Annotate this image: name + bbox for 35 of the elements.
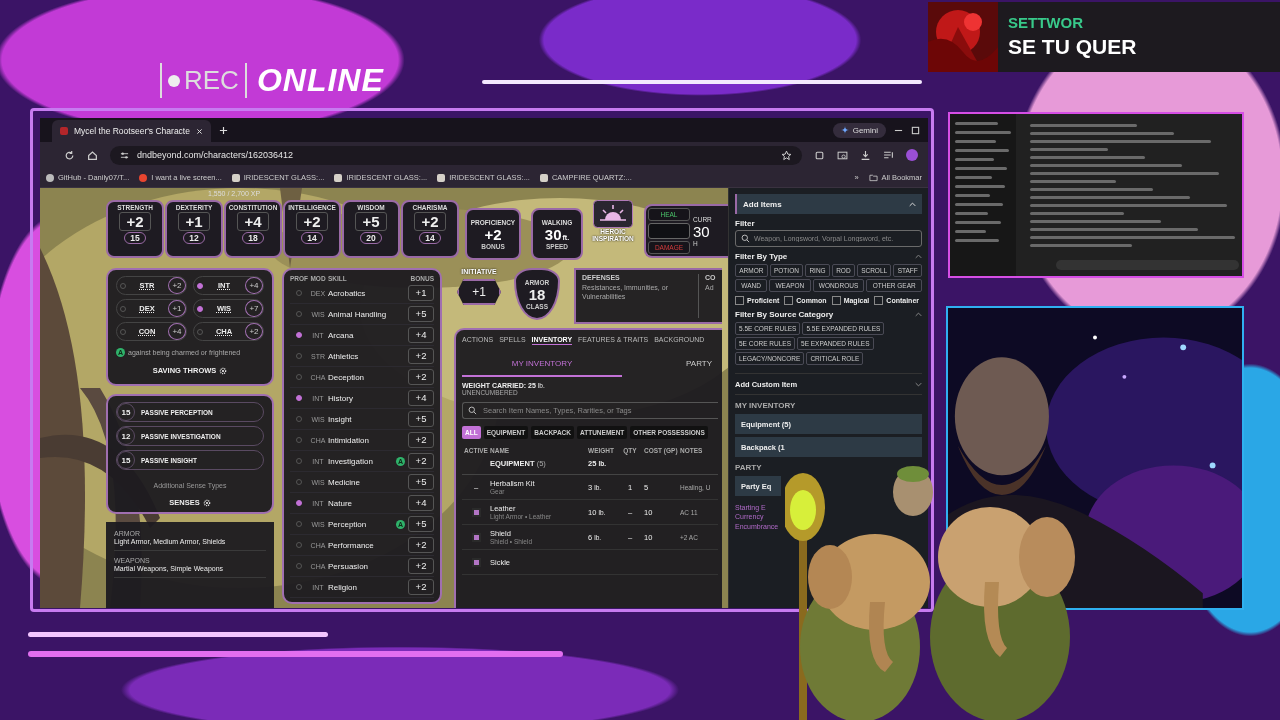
address-bar[interactable]: dndbeyond.com/characters/162036412 [110, 145, 802, 165]
reload-icon[interactable] [64, 149, 75, 161]
folder-icon [868, 173, 878, 182]
hp-input-field[interactable] [648, 223, 690, 239]
maximize-icon[interactable] [911, 125, 920, 135]
rec-indicator: REC [160, 63, 247, 98]
chevron-icon[interactable] [915, 254, 922, 259]
filter-label: Filter [735, 219, 756, 228]
search-icon [741, 234, 750, 243]
settings-icon[interactable] [202, 498, 211, 507]
inventory-subtab[interactable]: MY INVENTORY [462, 359, 622, 377]
section-title: Filter By Source Category [735, 310, 834, 319]
search-icon[interactable] [837, 149, 848, 161]
artist-name: SETTWOR [1008, 14, 1084, 31]
song-title: SE TU QUER [1008, 35, 1137, 59]
status-text: ONLINE [256, 62, 384, 99]
profile-avatar[interactable] [906, 149, 918, 161]
section-heading: PARTY [735, 463, 763, 472]
section-title: Filter By Type [735, 252, 788, 261]
download-icon[interactable] [860, 149, 871, 161]
playlist-icon[interactable] [883, 149, 894, 161]
gemini-button[interactable]: Gemini [832, 122, 886, 138]
search-icon [468, 406, 477, 415]
current-hp-value: 30 [693, 222, 710, 240]
sunrise-icon[interactable] [593, 200, 633, 228]
chevron-icon[interactable] [915, 312, 922, 317]
close-icon[interactable] [195, 127, 203, 135]
browser-tab[interactable]: Mycel the Rootseer's Characte [52, 120, 211, 142]
inventory-subtab[interactable]: PARTY [686, 359, 712, 377]
settings-icon[interactable] [219, 366, 228, 375]
section-heading: MY INVENTORY [735, 401, 797, 410]
home-icon[interactable] [87, 149, 98, 161]
add-items-header[interactable]: Add Items [735, 194, 922, 214]
sparkle-icon [840, 126, 849, 134]
plus-icon[interactable] [218, 125, 228, 135]
